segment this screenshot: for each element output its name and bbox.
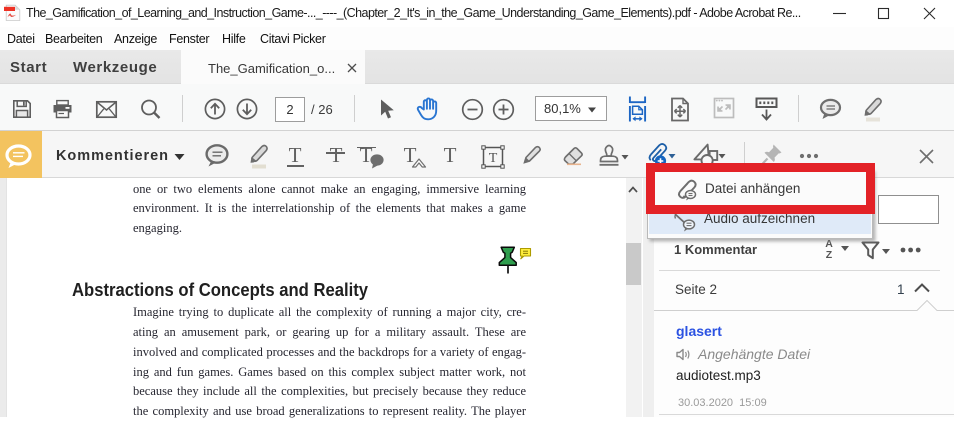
svg-text:Z: Z: [826, 249, 833, 261]
svg-text:T: T: [489, 151, 498, 166]
